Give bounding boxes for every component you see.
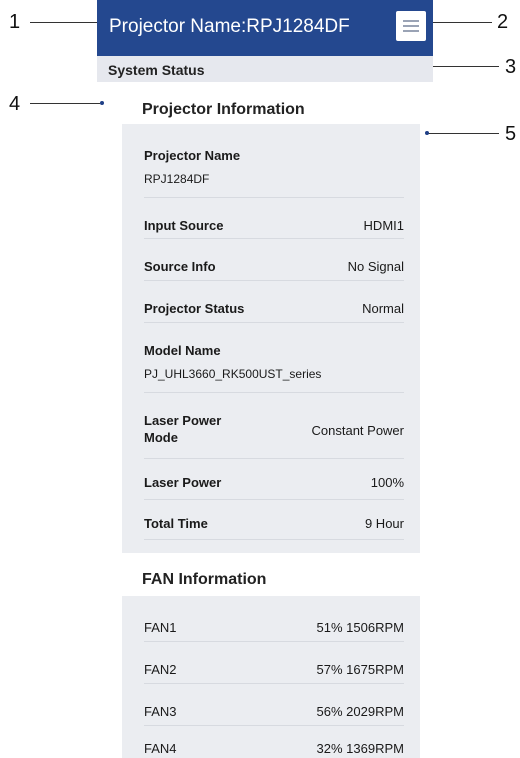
info-label: Total Time [144, 516, 208, 531]
info-value: RPJ1284DF [144, 172, 210, 186]
fan-value: 51% 1506RPM [316, 620, 404, 635]
info-row-model-name: Model Name PJ_UHL3660_RK500UST_series [144, 322, 404, 393]
info-value: No Signal [347, 259, 404, 274]
info-label: Model Name [144, 343, 221, 358]
fan-info-card: FAN1 51% 1506RPM FAN2 57% 1675RPM FAN3 5… [122, 596, 420, 758]
fan-label: FAN4 [144, 741, 177, 756]
system-status-label: System Status [108, 62, 205, 78]
info-row-laser-power: Laser Power 100% [144, 458, 404, 500]
info-value: Constant Power [311, 423, 405, 438]
fan-value: 56% 2029RPM [316, 704, 404, 719]
callout-5-number: 5 [505, 123, 517, 145]
info-label: Laser Power [144, 475, 222, 490]
callout-1-number: 1 [9, 11, 21, 33]
info-row-projector-name: Projector Name RPJ1284DF [144, 124, 404, 198]
fan-row: FAN1 51% 1506RPM [144, 596, 404, 642]
callout-1-line [30, 22, 100, 23]
projector-name-title: Projector Name:RPJ1284DF [109, 16, 350, 37]
callout-2-number: 2 [497, 11, 509, 33]
info-label: Projector Status [144, 301, 245, 316]
info-label: Projector Name [144, 148, 241, 163]
menu-button[interactable] [396, 11, 426, 41]
info-value: Normal [362, 301, 404, 316]
callout-2-line [427, 22, 492, 23]
fan-label: FAN1 [144, 620, 177, 635]
fan-row: FAN4 32% 1369RPM [144, 725, 404, 758]
callout-3-number: 3 [505, 56, 517, 78]
callout-4-number: 4 [9, 93, 21, 115]
callout-4-dot [100, 101, 104, 105]
app-header: Projector Name:RPJ1284DF [97, 0, 433, 56]
info-row-source-info: Source Info No Signal [144, 238, 404, 281]
info-row-total-time: Total Time 9 Hour [144, 499, 404, 540]
info-label: Source Info [144, 259, 216, 274]
fan-row: FAN2 57% 1675RPM [144, 641, 404, 684]
info-value: HDMI1 [363, 218, 404, 233]
info-label: Laser Power Mode [144, 413, 222, 445]
fan-value: 57% 1675RPM [316, 662, 404, 677]
info-row-projector-status: Projector Status Normal [144, 280, 404, 323]
info-value: 100% [370, 475, 404, 490]
info-value: 9 Hour [364, 516, 404, 531]
fan-label: FAN2 [144, 662, 177, 677]
fan-info-title: FAN Information [142, 571, 267, 588]
callout-3-line [427, 66, 499, 67]
info-row-laser-power-mode: Laser Power Mode Constant Power [144, 392, 404, 459]
fan-value: 32% 1369RPM [316, 741, 404, 756]
callout-5-dot [425, 131, 429, 135]
callout-5-line [427, 133, 499, 134]
projector-info-card: Projector Name RPJ1284DF Input Source HD… [122, 124, 420, 553]
system-status-bar: System Status [97, 56, 433, 82]
fan-row: FAN3 56% 2029RPM [144, 683, 404, 726]
projector-info-title: Projector Information [142, 101, 305, 118]
fan-label: FAN3 [144, 704, 177, 719]
info-row-input-source: Input Source HDMI1 [144, 197, 404, 239]
info-value: PJ_UHL3660_RK500UST_series [144, 367, 322, 381]
info-label: Input Source [144, 218, 224, 233]
callout-4-line [30, 103, 100, 104]
